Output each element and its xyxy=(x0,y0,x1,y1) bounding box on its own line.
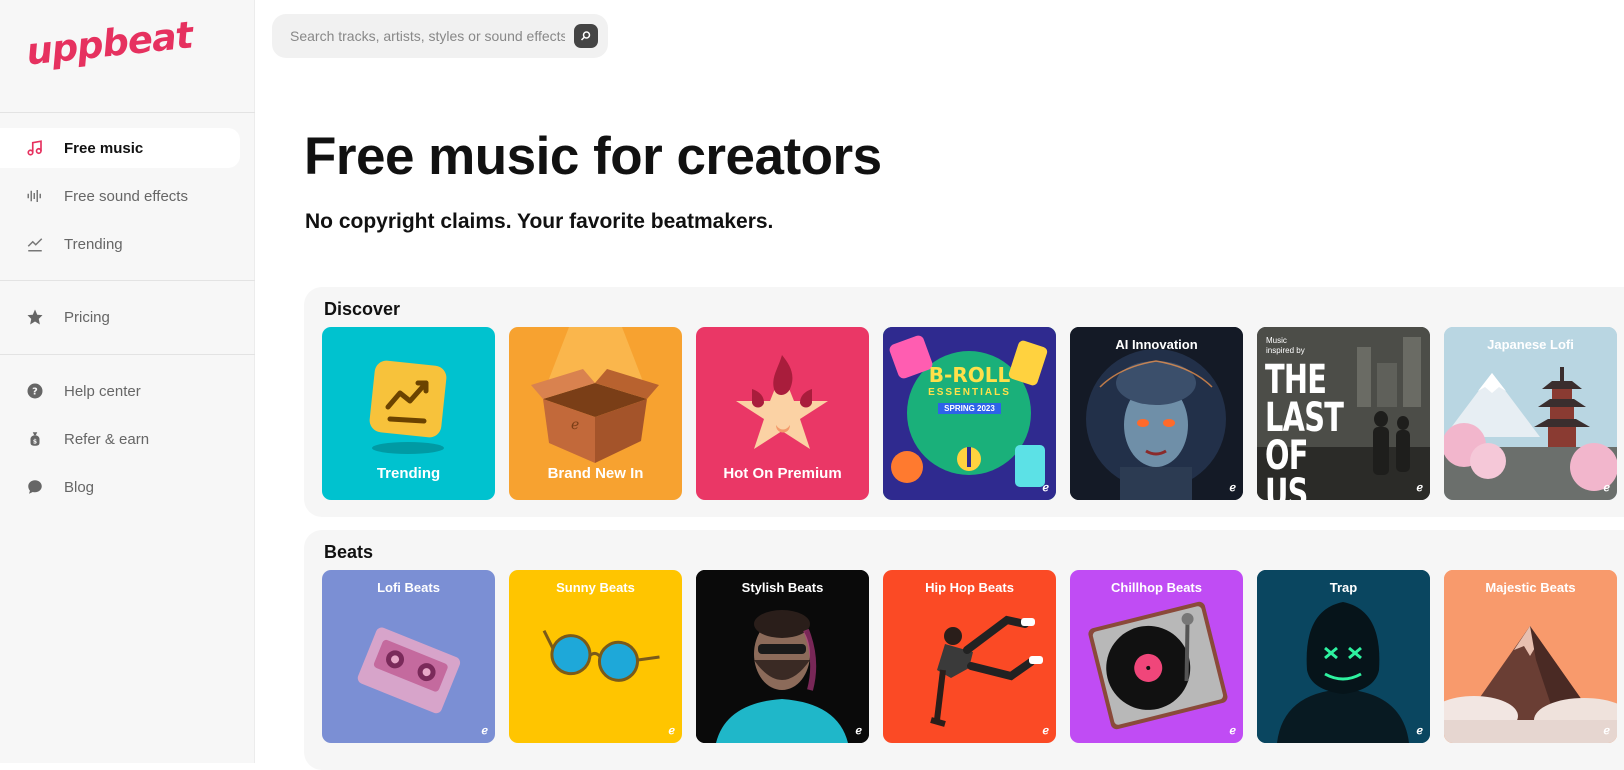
card-label: Hip Hop Beats xyxy=(925,580,1014,595)
section-title: Discover xyxy=(324,299,401,319)
sidebar-item-label: Free music xyxy=(64,139,144,157)
sidebar-item-free-sound-effects[interactable]: Free sound effects xyxy=(0,176,240,216)
card-chillhop-beats[interactable]: Chillhop Beats ℯ xyxy=(1070,570,1243,743)
sidebar-item-pricing[interactable]: Pricing xyxy=(0,297,240,337)
cassette-tape-artwork xyxy=(357,627,461,714)
sidebar: uppbeat Free music Free sound effects Tr… xyxy=(0,0,255,763)
tlou-title: THE LAST OF US xyxy=(1265,357,1344,500)
logo-text: uppbeat xyxy=(24,13,195,74)
money-bag-icon: $ xyxy=(24,428,46,450)
b-roll-subtitle: ESSENTIALS xyxy=(928,387,1011,398)
discover-row: Trending ℯ Brand New In Hot On Premium B… xyxy=(322,327,1617,500)
ai-face-artwork xyxy=(1070,327,1243,500)
page-title: Free music for creators xyxy=(304,127,882,186)
music-note-icon xyxy=(24,137,46,159)
card-label: Trap xyxy=(1329,580,1358,595)
sidebar-item-label: Refer & earn xyxy=(64,430,150,448)
sidebar-divider xyxy=(0,354,255,355)
breakdancer-artwork xyxy=(930,615,1043,727)
card-trending[interactable]: Trending xyxy=(322,327,495,500)
search-icon xyxy=(580,31,591,41)
card-majestic-beats[interactable]: Majestic Beats ℯ xyxy=(1444,570,1617,743)
card-stylish-beats[interactable]: Stylish Beats ℯ xyxy=(696,570,869,743)
card-lofi-beats[interactable]: Lofi Beats ℯ xyxy=(322,570,495,743)
card-label: Sunny Beats xyxy=(556,580,635,595)
card-label: Trending xyxy=(376,465,441,482)
beats-section: Beats Lofi Beats ℯ Sunny Beats ℯ Stylish… xyxy=(304,530,1624,770)
sidebar-item-label: Trending xyxy=(64,235,123,253)
sidebar-item-trending[interactable]: Trending xyxy=(0,224,240,264)
card-b-roll-essentials[interactable]: B-ROLL ESSENTIALS SPRING 2023 ℯ xyxy=(883,327,1056,500)
card-label: Chillhop Beats xyxy=(1110,580,1202,595)
card-sunny-beats[interactable]: Sunny Beats ℯ xyxy=(509,570,682,743)
uppbeat-badge-icon: ℯ xyxy=(855,725,862,737)
card-label: Lofi Beats xyxy=(377,580,440,595)
beats-row: Lofi Beats ℯ Sunny Beats ℯ Stylish Beats… xyxy=(322,570,1617,743)
sidebar-divider xyxy=(0,280,255,281)
tlou-small-text: Music inspired by xyxy=(1266,336,1305,355)
b-roll-title-block: B-ROLL ESSENTIALS SPRING 2023 xyxy=(883,363,1056,416)
star-icon xyxy=(24,306,46,328)
help-circle-icon: ? xyxy=(24,380,46,402)
card-label: Brand New In xyxy=(547,465,644,482)
search-button[interactable] xyxy=(574,24,598,48)
uppbeat-badge-icon: ℯ xyxy=(1416,725,1423,737)
b-roll-title: B-ROLL xyxy=(928,363,1011,387)
svg-text:$: $ xyxy=(33,439,37,446)
discover-section: Discover Trending ℯ Brand New In Hot On … xyxy=(304,287,1624,517)
uppbeat-badge-icon: ℯ xyxy=(1603,482,1610,494)
sunglasses-artwork xyxy=(542,629,660,682)
card-brand-new-in[interactable]: ℯ Brand New In xyxy=(509,327,682,500)
waveform-icon xyxy=(24,185,46,207)
turntable-artwork xyxy=(1088,601,1228,730)
uppbeat-badge-icon: ℯ xyxy=(481,725,488,737)
svg-text:ℯ: ℯ xyxy=(571,417,579,433)
card-the-last-of-us[interactable]: Music inspired by THE LAST OF US ℯ xyxy=(1257,327,1430,500)
sidebar-item-label: Pricing xyxy=(64,308,110,326)
uppbeat-badge-icon: ℯ xyxy=(1603,725,1610,737)
sidebar-divider xyxy=(0,112,255,113)
card-hot-on-premium[interactable]: Hot On Premium xyxy=(696,327,869,500)
card-label: Majestic Beats xyxy=(1485,580,1576,595)
section-title: Beats xyxy=(324,542,374,562)
uppbeat-badge-icon: ℯ xyxy=(1229,725,1236,737)
man-portrait-artwork xyxy=(696,570,869,743)
card-label: AI Innovation xyxy=(1115,337,1198,352)
neon-mask-artwork xyxy=(1257,570,1430,743)
sidebar-item-label: Help center xyxy=(64,382,141,400)
card-label: Hot On Premium xyxy=(723,465,842,482)
sidebar-item-blog[interactable]: Blog xyxy=(0,467,240,507)
sidebar-item-label: Free sound effects xyxy=(64,187,188,205)
b-roll-tag: SPRING 2023 xyxy=(938,403,1001,414)
search-input[interactable] xyxy=(290,28,565,44)
card-japanese-lofi[interactable]: Japanese Lofi ℯ xyxy=(1444,327,1617,500)
card-label: Japanese Lofi xyxy=(1487,337,1574,352)
sidebar-item-free-music[interactable]: Free music xyxy=(0,128,240,168)
uppbeat-badge-icon: ℯ xyxy=(1229,482,1236,494)
card-trap[interactable]: Trap ℯ xyxy=(1257,570,1430,743)
sidebar-item-label: Blog xyxy=(64,478,95,496)
page-subtitle: No copyright claims. Your favorite beatm… xyxy=(305,210,774,233)
sidebar-item-help-center[interactable]: ? Help center xyxy=(0,371,240,411)
uppbeat-badge-icon: ℯ xyxy=(668,725,675,737)
card-ai-innovation[interactable]: AI Innovation ℯ xyxy=(1070,327,1243,500)
uppbeat-badge-icon: ℯ xyxy=(1416,482,1423,494)
uppbeat-logo[interactable]: uppbeat xyxy=(24,13,194,86)
pagoda-artwork xyxy=(1444,327,1617,500)
svg-text:?: ? xyxy=(32,386,38,397)
trending-chart-icon xyxy=(24,233,46,255)
uppbeat-badge-icon: ℯ xyxy=(1042,482,1049,494)
uppbeat-badge-icon: ℯ xyxy=(1042,725,1049,737)
chat-bubble-icon xyxy=(24,476,46,498)
search-bar xyxy=(272,14,608,58)
card-label: Stylish Beats xyxy=(741,580,824,595)
mountain-artwork xyxy=(1444,570,1617,743)
card-hip-hop-beats[interactable]: Hip Hop Beats ℯ xyxy=(883,570,1056,743)
sidebar-item-refer-earn[interactable]: $ Refer & earn xyxy=(0,419,240,459)
